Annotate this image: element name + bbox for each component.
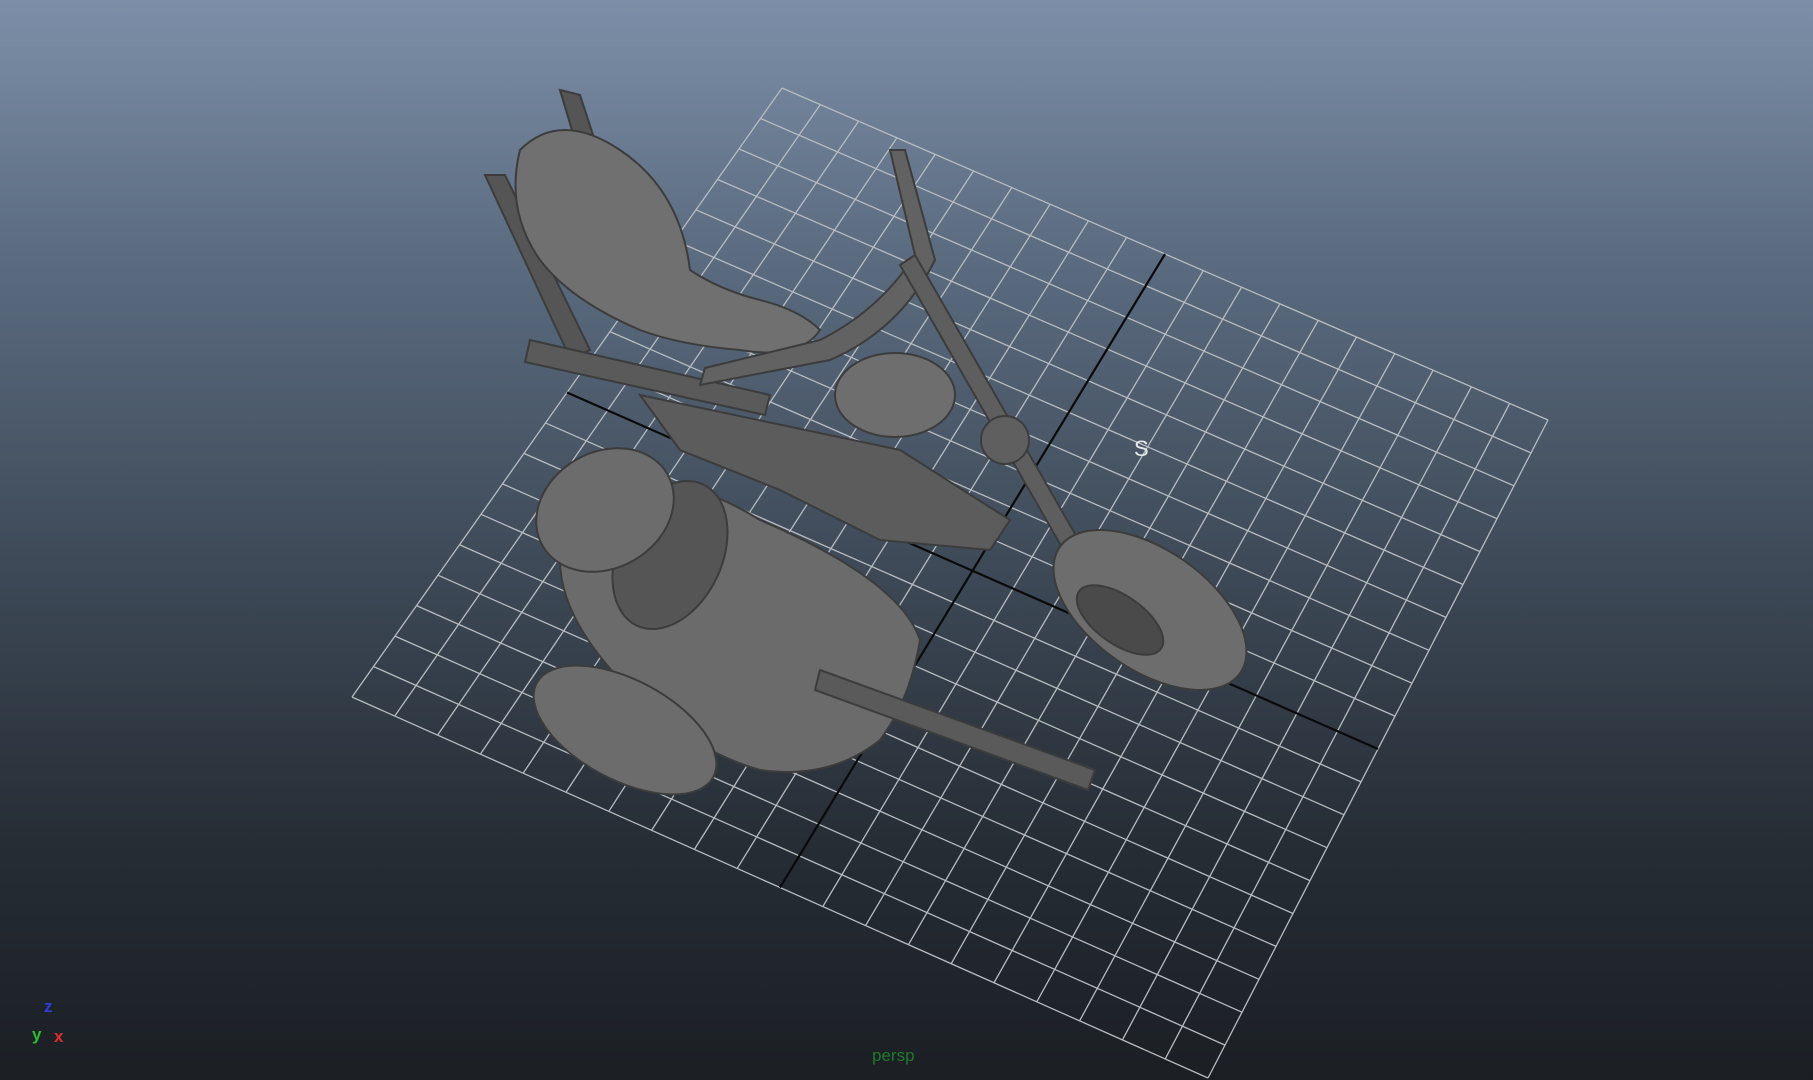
axis-z-label: z — [44, 997, 53, 1016]
viewport-scene[interactable] — [0, 0, 1813, 1080]
motorcycle-model[interactable] — [483, 88, 1275, 821]
axis-x-label: x — [54, 1027, 64, 1046]
persp-viewport[interactable]: S persp z y x — [0, 0, 1813, 1080]
camera-name-label: persp — [872, 1046, 915, 1065]
fuel-tank — [834, 352, 956, 438]
object-label: S — [1134, 436, 1149, 461]
axis-y-label: y — [32, 1025, 42, 1044]
headlight — [980, 415, 1030, 465]
axis-orientation-gizmo: z y x — [30, 995, 80, 1050]
